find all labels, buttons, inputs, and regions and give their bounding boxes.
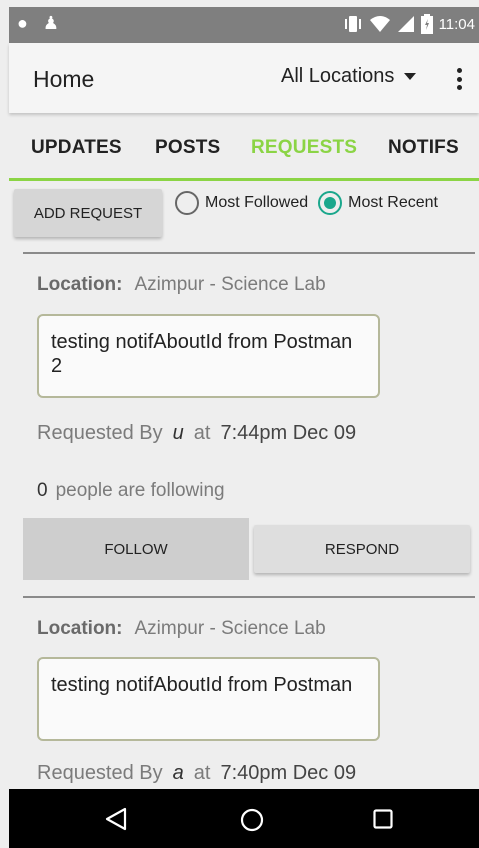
location-row: Location: Azimpur - Science Lab <box>37 618 326 640</box>
wifi-icon <box>369 16 390 32</box>
requester-name: u <box>172 422 184 444</box>
location-label: Location: <box>37 274 123 295</box>
back-icon[interactable] <box>105 807 127 831</box>
respond-button[interactable]: RESPOND <box>254 525 470 573</box>
home-icon[interactable] <box>240 808 264 832</box>
app-bar: Home All Locations <box>9 43 479 113</box>
requested-by-row: Requested By a at 7:40pm Dec 09 <box>37 762 357 784</box>
location-row: Location: Azimpur - Science Lab <box>37 274 326 296</box>
follow-button[interactable]: FOLLOW <box>23 518 249 580</box>
caret-down-icon <box>404 73 417 80</box>
most-followed-radio[interactable] <box>175 191 199 215</box>
active-tab-indicator <box>9 178 479 181</box>
android-icon: ♟ <box>42 13 60 33</box>
add-request-button[interactable]: ADD REQUEST <box>14 189 162 237</box>
overflow-menu-icon[interactable] <box>449 65 469 93</box>
battery-icon <box>420 14 433 34</box>
tab-posts[interactable]: POSTS <box>155 137 220 159</box>
signal-icon <box>397 16 414 32</box>
tab-bar: UPDATES POSTS REQUESTS NOTIFS <box>9 124 479 178</box>
requester-name: a <box>172 762 184 784</box>
tab-requests[interactable]: REQUESTS <box>251 137 357 159</box>
followers-row: 0 people are following <box>37 480 225 501</box>
request-card: Location: Azimpur - Science Lab testing n… <box>23 254 473 594</box>
location-dropdown-label: All Locations <box>281 65 395 87</box>
notification-icon: ● <box>17 13 28 33</box>
location-value: Azimpur - Science Lab <box>134 618 326 639</box>
location-value: Azimpur - Science Lab <box>134 274 326 295</box>
page-title: Home <box>33 66 95 92</box>
most-recent-radio[interactable] <box>318 191 343 215</box>
vibrate-icon <box>344 16 361 32</box>
status-bar: ● ♟ 11:04 <box>9 7 479 43</box>
request-card: Location: Azimpur - Science Lab testing n… <box>23 598 473 789</box>
location-dropdown[interactable]: All Locations <box>281 65 417 88</box>
sort-radio-group: Most Followed Most Recent <box>175 191 448 215</box>
most-followed-label[interactable]: Most Followed <box>205 194 308 212</box>
navigation-bar <box>9 789 479 848</box>
status-left-icons: ● ♟ <box>17 13 59 34</box>
request-text: testing notifAboutId from Postman 2 <box>37 314 380 398</box>
followers-count: 0 <box>37 480 48 501</box>
most-recent-label[interactable]: Most Recent <box>348 194 438 212</box>
request-text: testing notifAboutId from Postman <box>37 657 380 741</box>
recents-icon[interactable] <box>373 809 393 829</box>
tab-updates[interactable]: UPDATES <box>31 137 122 159</box>
request-time: 7:40pm Dec 09 <box>220 762 357 784</box>
status-time: 11:04 <box>438 15 475 33</box>
tab-notifs[interactable]: NOTIFS <box>388 137 459 159</box>
location-label: Location: <box>37 618 123 639</box>
requested-by-row: Requested By u at 7:44pm Dec 09 <box>37 422 357 444</box>
status-right-icons: 11:04 <box>343 14 475 34</box>
request-time: 7:44pm Dec 09 <box>220 422 357 444</box>
